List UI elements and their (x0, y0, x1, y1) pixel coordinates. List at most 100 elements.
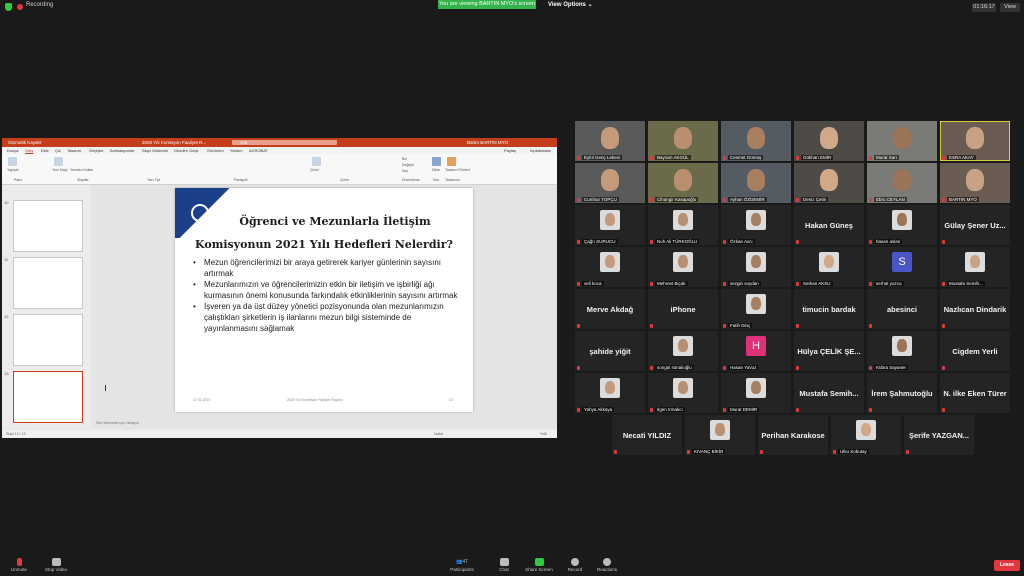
participant-tile[interactable]: Mustafa Semih... (794, 373, 864, 413)
ribbon-item[interactable]: Dikte (432, 168, 440, 172)
participant-tile[interactable]: Gökhan EMİR (794, 121, 864, 161)
participant-tile[interactable]: timucin bardak (794, 289, 864, 329)
ppt-tab[interactable]: Tasarım (67, 147, 81, 154)
participant-tile[interactable]: Necati YILDIZ (612, 415, 682, 455)
participant-tile[interactable]: Cesmet Gümüş (721, 121, 791, 161)
slide-thumbnail[interactable] (13, 200, 83, 252)
reactions-smiley-icon (603, 558, 611, 566)
participant-tile[interactable]: İrem Şahmutoğlu (867, 373, 937, 413)
participant-tile[interactable]: Ayhan ÖZDEMİR (721, 163, 791, 203)
participant-tile[interactable]: Çağrı SURUCU (575, 205, 645, 245)
participant-tile[interactable]: Merve Akdağ (575, 289, 645, 329)
ppt-tab[interactable]: Giriş (25, 147, 33, 154)
participant-tile[interactable]: Gülay Şener Uz... (940, 205, 1010, 245)
ppt-tab[interactable]: Animasyonlar (110, 147, 134, 154)
chat-button[interactable]: Chat (494, 556, 514, 572)
participant-tile[interactable]: Hakan Güneş (794, 205, 864, 245)
ppt-comments-button[interactable]: Açıklamalar (530, 147, 551, 154)
ppt-tab[interactable]: Görünüm (207, 147, 224, 154)
view-options-button[interactable]: View Options ⌄ (548, 1, 593, 8)
ppt-tab[interactable]: Gözden Geçir (174, 147, 199, 154)
participant-tile[interactable]: Cihangir Kasapoğlu (648, 163, 718, 203)
ribbon-item[interactable]: Yeni Slayt (52, 168, 67, 172)
record-button[interactable]: Record (565, 556, 585, 572)
status-notes-button[interactable]: Notlar (434, 430, 443, 438)
drawing-icon[interactable] (312, 157, 321, 166)
unmute-button[interactable]: Unmute (6, 556, 32, 572)
shared-screen[interactable]: Otomatik Kaydet 2020 Yılı Komisyon Faali… (2, 138, 557, 438)
participant-tile[interactable]: Eylül Genç Lekesi (575, 121, 645, 161)
status-zoom[interactable]: %46 (540, 430, 547, 438)
leave-button[interactable]: Leave (994, 560, 1020, 571)
participant-tile[interactable]: Fatih Dinç (721, 289, 791, 329)
ppt-share-button[interactable]: Paylaş (504, 147, 516, 154)
participant-tile[interactable]: veli koca (575, 247, 645, 287)
participant-tile[interactable]: ESRA AKAY (940, 121, 1010, 161)
ribbon-item[interactable]: Değiştir (402, 163, 414, 167)
ribbon-item[interactable]: Yeniden Kullan (70, 168, 93, 172)
participant-tile[interactable]: Hülya ÇELİK ŞE... (794, 331, 864, 371)
slide-thumbnail[interactable] (13, 314, 83, 366)
share-screen-button[interactable]: Share Screen (522, 556, 556, 572)
participant-tile[interactable]: BARTIN MYO (940, 163, 1010, 203)
participant-tile[interactable]: Özkan Avcı (721, 205, 791, 245)
participant-tile[interactable]: Mustafa Semih... (940, 247, 1010, 287)
participant-tile[interactable]: H Hasan Yavuz (721, 331, 791, 371)
participant-tile[interactable]: Nazlıcan Dindarik (940, 289, 1010, 329)
participant-tile[interactable]: Murat DEMİR (721, 373, 791, 413)
participant-name: Hakan Güneş (805, 220, 853, 230)
participant-tile[interactable]: Kübra Sayaner (867, 331, 937, 371)
slide-thumbnail-selected[interactable] (13, 371, 83, 423)
ppt-tab[interactable]: Dosya (7, 147, 18, 154)
participant-tile[interactable]: Cigdem Yerli (940, 331, 1010, 371)
ppt-tab[interactable]: Slayt Gösterisi (142, 147, 168, 154)
participant-tile[interactable]: Nuh Ali TÜRKOĞLU (648, 205, 718, 245)
participant-tile[interactable]: abesinci (867, 289, 937, 329)
view-button[interactable]: View (1000, 3, 1020, 12)
participant-tile[interactable]: iPhone (648, 289, 718, 329)
security-shield-icon[interactable] (5, 3, 12, 11)
ppt-tab[interactable]: Yardım (230, 147, 243, 154)
new-slide-icon[interactable] (54, 157, 63, 166)
participant-tile[interactable]: Mehmet Biçak (648, 247, 718, 287)
participant-tile[interactable]: Perihan Karakose (758, 415, 828, 455)
ribbon-item[interactable]: Tasarım Fikirleri (445, 168, 470, 172)
participant-tile[interactable]: Deniz Çetin (794, 163, 864, 203)
slide[interactable]: Öğrenci ve Mezunlarla İletişim Komisyonu… (175, 188, 473, 412)
ribbon-item[interactable]: Çizim (310, 168, 319, 172)
stop-video-button[interactable]: Stop Video (41, 556, 71, 572)
ribbon-item[interactable]: Yapıştır (7, 168, 19, 172)
participant-name-label: Ilgen Irmakcı (655, 407, 685, 412)
slide-thumbnail[interactable] (13, 257, 83, 309)
ppt-search-box[interactable] (232, 140, 337, 145)
participant-tile[interactable]: Cumhur TOPÇU (575, 163, 645, 203)
participant-tile[interactable]: songül sönalioğlu (648, 331, 718, 371)
participant-tile[interactable]: Ulku Sobutay (831, 415, 901, 455)
participant-tile[interactable]: N. ilke Eken Türer (940, 373, 1010, 413)
notes-pane[interactable]: Not eklemek için tıklayın (92, 418, 557, 428)
participant-tile[interactable]: Bayram AKGÜL (648, 121, 718, 161)
ribbon-item[interactable]: Bul (402, 157, 407, 161)
paste-icon[interactable] (8, 157, 17, 166)
ppt-tab[interactable]: ACROBAT (249, 147, 268, 154)
participant-tile[interactable]: Yahya Akkaya (575, 373, 645, 413)
participant-tile[interactable]: KIVANÇ BİKİR (685, 415, 755, 455)
participant-tile[interactable]: Ebru CEYLAN (867, 163, 937, 203)
ppt-tab[interactable]: Geçişler (89, 147, 104, 154)
designer-icon[interactable] (447, 157, 456, 166)
participant-tile[interactable]: hasan aslan (867, 205, 937, 245)
participant-tile[interactable]: Sserhat yozcu (867, 247, 937, 287)
ribbon-item[interactable]: Seç (402, 169, 408, 173)
participant-tile[interactable]: sezgin soydan (721, 247, 791, 287)
participant-tile[interactable]: Ilgen Irmakcı (648, 373, 718, 413)
participant-tile[interactable]: Murat Sarı (867, 121, 937, 161)
participant-tile[interactable]: şahide yiğit (575, 331, 645, 371)
autosave-label[interactable]: Otomatik Kaydet (8, 138, 41, 147)
participants-button[interactable]: 👥47 Participants (446, 556, 478, 572)
reactions-button[interactable]: Reactions (594, 556, 620, 572)
dictate-icon[interactable] (432, 157, 441, 166)
participant-tile[interactable]: Serkan AKSU (794, 247, 864, 287)
ppt-tab[interactable]: Ekle (41, 147, 49, 154)
ppt-tab[interactable]: Çiz (55, 147, 61, 154)
participant-tile[interactable]: Şerife YAZGAN... (904, 415, 974, 455)
